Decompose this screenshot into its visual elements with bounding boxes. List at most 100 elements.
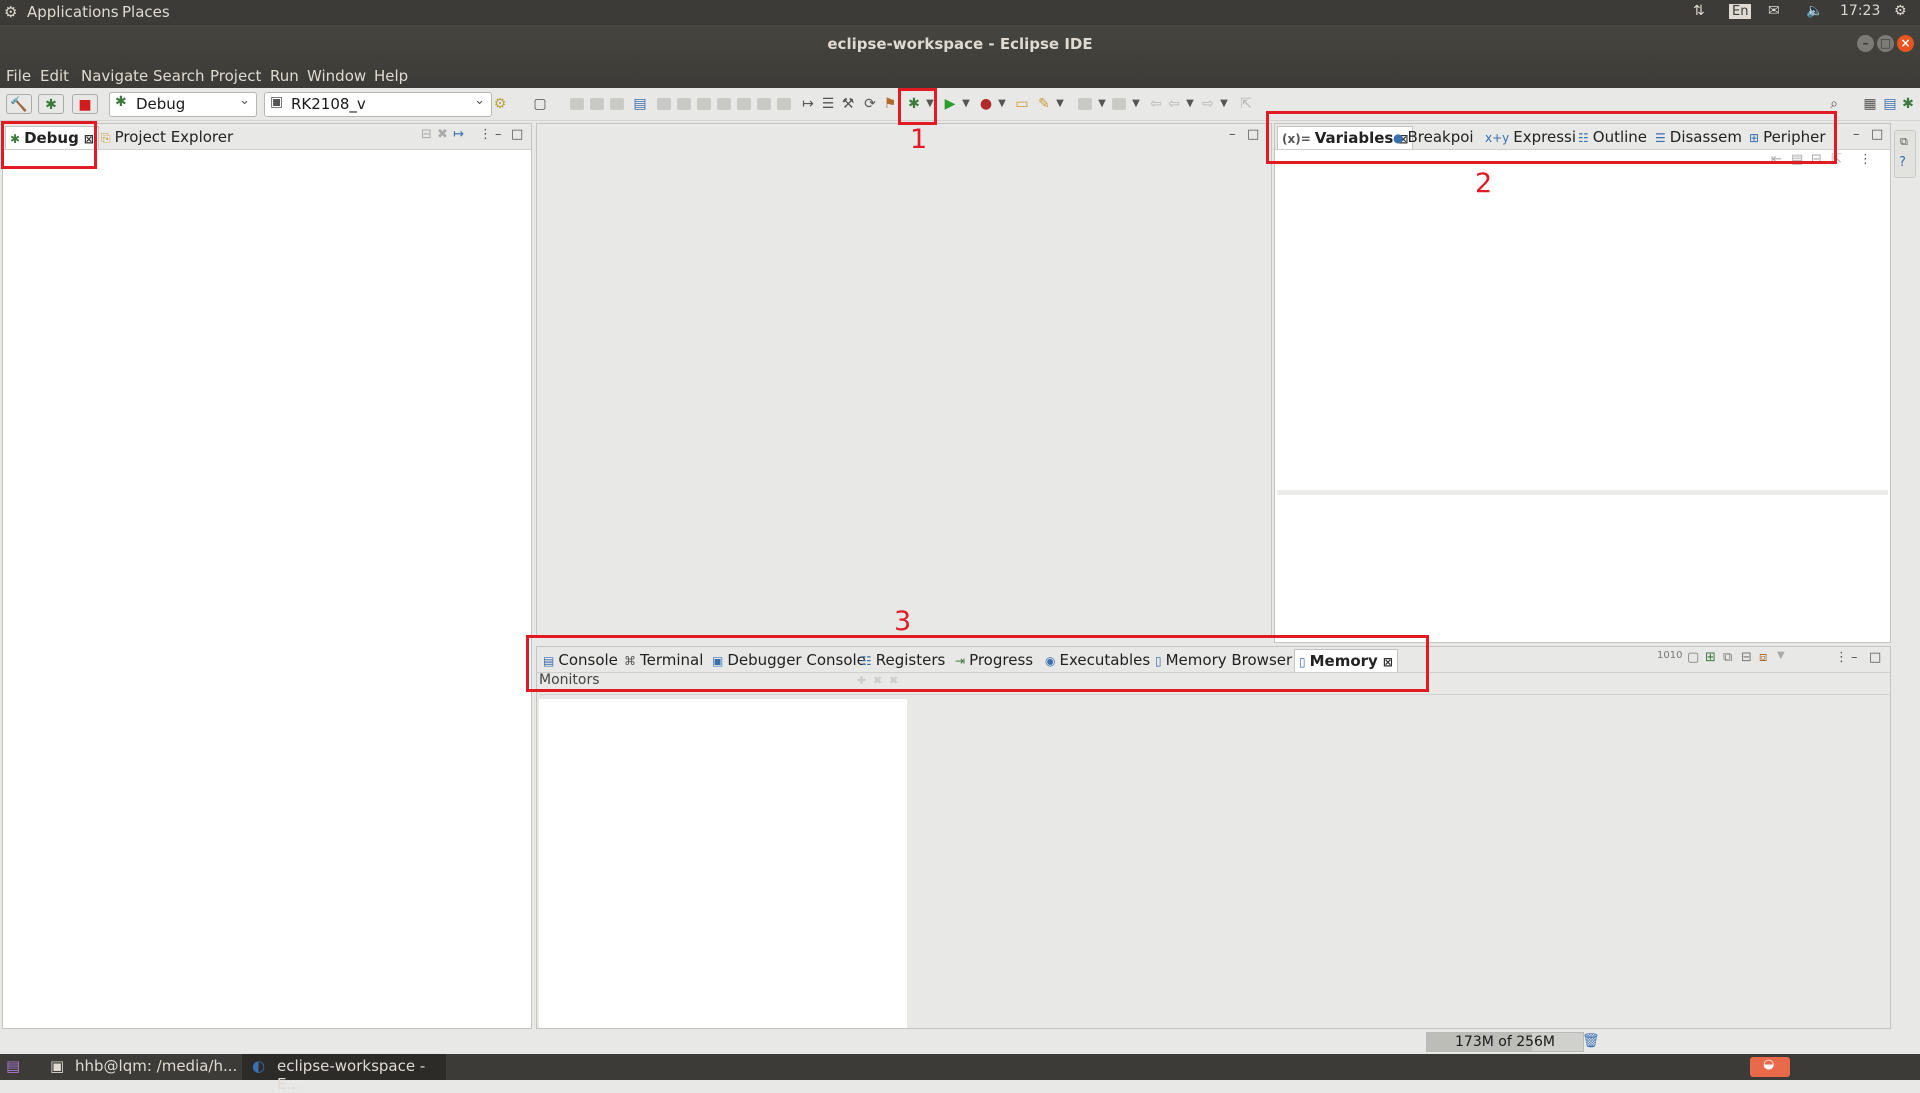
launch-mode-value: Debug [136, 95, 186, 113]
maximize-view-icon[interactable]: □ [511, 127, 523, 142]
help-icon[interactable]: ? [1899, 155, 1906, 170]
memory-format-icon[interactable]: 1010 [1657, 650, 1682, 661]
show-desktop-icon[interactable]: ▤ [6, 1057, 20, 1075]
launch-settings-gear-icon[interactable]: ⚙ [490, 94, 510, 114]
stop-icon[interactable]: ■ [72, 94, 98, 114]
suspend-icon[interactable] [697, 98, 711, 110]
bug-icon: ✱ [115, 94, 127, 110]
run-dropdown-icon[interactable]: ▼ [956, 94, 976, 114]
maximize-editor-icon[interactable]: □ [1247, 127, 1259, 142]
volume-icon[interactable]: 🔈 [1806, 3, 1823, 19]
restore-icon[interactable]: ⧉ [1900, 135, 1908, 149]
heap-status[interactable]: 173M of 256M [1426, 1032, 1584, 1052]
clock[interactable]: 17:23 [1840, 3, 1880, 19]
terminal-icon[interactable]: ▤ [630, 94, 650, 114]
step-into-icon[interactable] [757, 98, 771, 110]
menu-run[interactable]: Run [270, 67, 299, 85]
garbage-collect-icon[interactable]: 🗑 [1582, 1033, 1600, 1049]
memory-dropdown-icon[interactable]: ▼ [1777, 650, 1785, 661]
editor-area[interactable]: – □ [536, 123, 1272, 638]
add-monitor-icon[interactable]: ⊞ [1705, 650, 1716, 665]
keyboard-layout[interactable]: En [1729, 4, 1752, 19]
menu-search[interactable]: Search [153, 67, 205, 85]
open-folder-icon[interactable]: ▭ [1012, 94, 1032, 114]
reset-icon[interactable]: ⚒ [838, 94, 858, 114]
toggle-split-icon[interactable]: ⊟ [1741, 650, 1752, 665]
instruction-stepping-icon[interactable]: ☰ [818, 94, 838, 114]
tab-project-explorer[interactable]: ⎘ Project Explorer [101, 126, 233, 149]
build-icon[interactable]: 🔨 [6, 94, 32, 114]
debug-perspective-icon[interactable]: ✱ [1898, 94, 1918, 114]
places-menu[interactable]: Places [122, 3, 170, 21]
new-icon[interactable]: ▢ [530, 94, 550, 114]
menu-file[interactable]: File [6, 67, 31, 85]
open-perspective-icon[interactable]: ▦ [1860, 94, 1880, 114]
close-button[interactable]: × [1897, 35, 1914, 52]
annotation-nav-dropdown-icon[interactable]: ▼ [1092, 94, 1112, 114]
menu-navigate[interactable]: Navigate [81, 67, 148, 85]
external-tools-icon[interactable]: ⚑ [880, 94, 900, 114]
folder-icon: ⎘ [101, 131, 111, 145]
workspace-switcher[interactable]: ◒ [1750, 1057, 1790, 1077]
view-menu-icon[interactable]: ⋮ [1835, 650, 1848, 665]
remove-terminated-icon[interactable]: ✖ [437, 127, 448, 142]
resume-icon[interactable] [677, 98, 691, 110]
annotation-label-2: 2 [1475, 168, 1493, 199]
pin-editor-icon[interactable]: ⇱ [1236, 94, 1256, 114]
external-run-dropdown-icon[interactable]: ▼ [992, 94, 1012, 114]
collapse-all-icon[interactable]: ⊟ [421, 127, 432, 142]
view-menu-icon[interactable]: ⋮ [1859, 152, 1872, 167]
menu-edit[interactable]: Edit [40, 67, 69, 85]
step-over-icon[interactable] [777, 98, 791, 110]
new-rendering-icon[interactable]: ▢ [1687, 650, 1699, 665]
back-dropdown-icon[interactable]: ▼ [1180, 94, 1200, 114]
link-memory-icon[interactable]: ⧈ [1759, 650, 1767, 665]
window-title: eclipse-workspace - Eclipse IDE [827, 35, 1093, 53]
minimize-button[interactable]: – [1857, 35, 1874, 52]
debug-view-panel: ✱ Debug ⊠ ⎘ Project Explorer ⊟ ✖ ↦ ⋮ – □ [2, 123, 532, 1029]
task-terminal[interactable]: hhb@lqm: /media/h... [75, 1057, 237, 1075]
pencil-dropdown-icon[interactable]: ▼ [1050, 94, 1070, 114]
skip-breakpoints-icon[interactable] [657, 98, 671, 110]
next-edit-dropdown-icon[interactable]: ▼ [1126, 94, 1146, 114]
minimize-view-icon[interactable]: – [1853, 127, 1860, 142]
minimize-editor-icon[interactable]: – [1229, 127, 1236, 142]
view-menu-icon[interactable]: ⋮ [479, 127, 492, 142]
annotation-nav-icon[interactable] [1078, 98, 1092, 110]
debug-bug-icon[interactable]: ✱ [38, 94, 64, 114]
next-edit-icon[interactable] [1112, 98, 1126, 110]
network-icon[interactable]: ⇅ [1693, 3, 1705, 19]
maximize-view-icon[interactable]: □ [1871, 127, 1883, 142]
applications-icon[interactable]: ⚙ [4, 3, 17, 21]
details-splitter[interactable] [1277, 490, 1888, 495]
c-project-icon: ▣ [270, 94, 284, 110]
print-icon[interactable] [610, 98, 624, 110]
forward-dropdown-icon[interactable]: ▼ [1214, 94, 1234, 114]
system-menu-icon[interactable]: ⚙ [1894, 3, 1907, 19]
step-filter-icon[interactable]: ↦ [453, 127, 464, 142]
c-perspective-icon[interactable]: ▤ [1880, 94, 1900, 114]
restart-icon[interactable]: ⟳ [860, 94, 880, 114]
maximize-button[interactable]: □ [1877, 35, 1894, 52]
launch-config-select[interactable]: ▣ RK2108_v ⌄ [264, 92, 492, 117]
disconnect-icon[interactable] [737, 98, 751, 110]
launch-config-value: RK2108_v [291, 95, 366, 113]
annotation-box-bottom-tabs [526, 635, 1429, 692]
task-eclipse-active[interactable]: ◐ eclipse-workspace - E... [242, 1054, 446, 1093]
menu-help[interactable]: Help [374, 67, 408, 85]
menu-project[interactable]: Project [210, 67, 261, 85]
monitors-list[interactable] [539, 699, 907, 1028]
minimize-view-icon[interactable]: – [1851, 650, 1858, 665]
step-return-icon[interactable]: ↦ [798, 94, 818, 114]
reset-memory-icon[interactable]: ⧉ [1723, 650, 1732, 665]
menu-window[interactable]: Window [307, 67, 366, 85]
terminate-icon[interactable] [717, 98, 731, 110]
back-icon[interactable]: ⇦ [1146, 94, 1166, 114]
save-icon[interactable] [570, 98, 584, 110]
maximize-view-icon[interactable]: □ [1869, 650, 1881, 665]
mail-icon[interactable]: ✉ [1768, 3, 1780, 19]
save-all-icon[interactable] [590, 98, 604, 110]
minimize-view-icon[interactable]: – [495, 127, 502, 142]
launch-mode-select[interactable]: ✱ Debug ⌄ [109, 92, 257, 117]
applications-menu[interactable]: Applications [27, 3, 119, 21]
